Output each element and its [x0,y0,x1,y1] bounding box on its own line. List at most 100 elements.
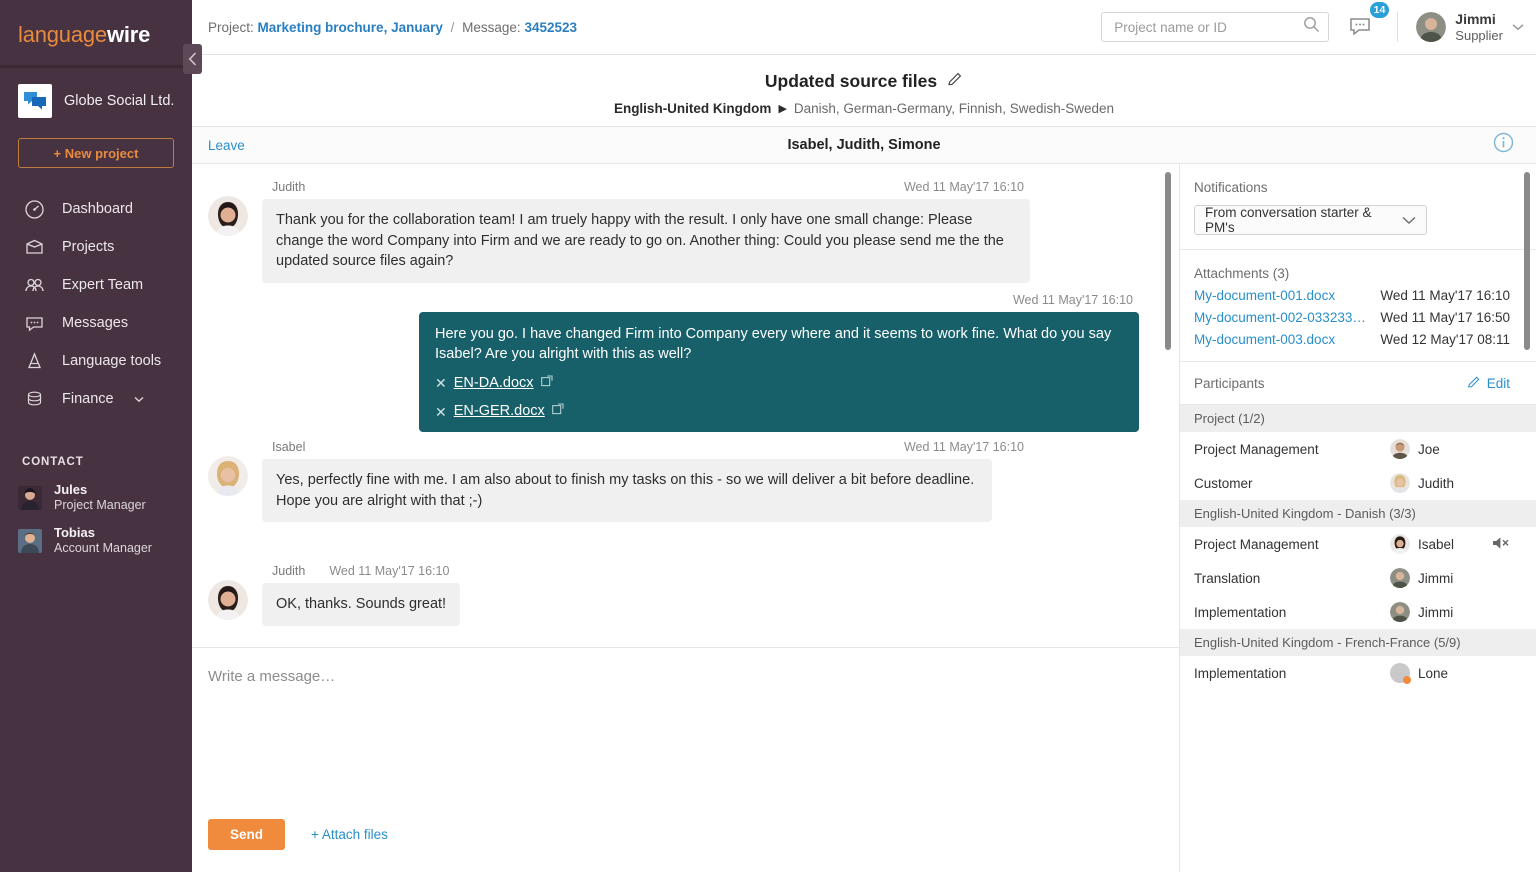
sidebar-item-expert-team[interactable]: Expert Team [0,266,192,304]
edit-participants-button[interactable]: Edit [1467,375,1510,392]
message-body: Wed 11 May'17 16:10 Here you go. I have … [419,293,1139,432]
participants-group-title: English-United Kingdom - French-France (… [1180,629,1536,656]
remove-attachment-icon[interactable]: ✕ [435,376,447,390]
thread-scrollbar[interactable] [1165,172,1171,350]
contact-item-jules[interactable]: Jules Project Manager [0,476,192,519]
sidebar-item-messages-label: Messages [62,315,128,331]
avatar [1390,439,1410,459]
messages-notification-button[interactable]: 14 [1347,11,1379,44]
contact-text: Jules Project Manager [54,482,146,513]
source-language: English-United Kingdom [614,101,772,116]
contact-name: Jules [54,482,146,498]
breadcrumb-message-id[interactable]: 3452523 [524,20,577,35]
user-role: Supplier [1455,28,1503,43]
user-menu[interactable]: Jimmi Supplier [1416,11,1524,43]
notifications-select[interactable]: From conversation starter & PM's [1194,205,1427,235]
attachments-section: Attachments (3) My-document-001.docx Wed… [1180,250,1536,362]
attachment-row: My-document-003.docx Wed 12 May'17 08:11 [1194,332,1510,347]
page-title: Updated source files [765,71,937,92]
notifications-section: Notifications From conversation starter … [1180,164,1536,250]
breadcrumb: Project: Marketing brochure, January / M… [208,20,577,35]
search-icon[interactable] [1303,16,1320,38]
participant-row: Project Management Isabel [1180,527,1536,561]
avatar [1390,568,1410,588]
participant-name: Isabel [1418,537,1454,552]
message-attachment[interactable]: ✕ EN-DA.docx [435,373,1123,394]
participant-person: Jimmi [1390,602,1510,622]
message-meta: Isabel Wed 11 May'17 16:10 [262,440,1030,459]
brand-wire: wire [107,22,150,47]
message-timestamp: Wed 11 May'17 16:10 [329,564,449,578]
brand-language: language [18,22,107,47]
search-box[interactable] [1101,12,1329,42]
coins-icon [22,387,46,411]
attachment-link[interactable]: My-document-003.docx [1194,332,1380,347]
sidebar-item-finance[interactable]: Finance [0,380,192,418]
participant-person: Judith [1390,473,1510,493]
sidebar-collapse-button[interactable] [183,44,202,74]
message-item: Judith Wed 11 May'17 16:10 OK, thanks. S… [208,564,1139,626]
thread-column: Judith Wed 11 May'17 16:10 Thank you for… [192,164,1180,872]
edit-title-pencil-icon[interactable] [947,71,963,92]
message-timestamp: Wed 11 May'17 16:10 [904,180,1024,194]
participant-person: Isabel [1390,534,1492,554]
external-link-icon[interactable] [541,373,553,394]
sidebar-item-finance-label: Finance [62,391,114,407]
organization[interactable]: Globe Social Ltd. [0,68,192,118]
attachment-name[interactable]: EN-GER.docx [454,401,545,422]
search-input[interactable] [1112,19,1303,36]
chevron-down-icon[interactable] [1512,18,1524,36]
top-bar-right: 14 Jimmi Supplier [1101,11,1524,44]
attachment-name[interactable]: EN-DA.docx [454,373,534,394]
message-author: Judith [272,180,305,194]
breadcrumb-project-label: Project: [208,20,254,35]
info-icon[interactable] [1493,132,1514,158]
breadcrumb-project-name[interactable]: Marketing brochure, January [258,20,443,35]
details-panel-scrollbar[interactable] [1524,172,1530,350]
divider [1397,12,1398,42]
speech-bubbles-logo-icon [23,91,47,111]
avatar [1390,473,1410,493]
participants-label: Participants [1194,376,1265,391]
contact-item-tobias[interactable]: Tobias Account Manager [0,519,192,562]
participant-role: Project Management [1194,537,1390,552]
participant-role: Customer [1194,476,1390,491]
sidebar-item-messages[interactable]: Messages [0,304,192,342]
gauge-icon [22,197,46,221]
title-block: Updated source files English-United King… [192,55,1536,126]
new-project-button[interactable]: + New project [18,138,174,168]
sidebar-item-projects[interactable]: Projects [0,228,192,266]
attachment-link[interactable]: My-document-002-033233… [1194,310,1380,325]
attach-files-button[interactable]: + Attach files [311,827,388,842]
sidebar-item-language-tools[interactable]: Language tools [0,342,192,380]
external-link-icon[interactable] [552,401,564,422]
brand-logo[interactable]: languagewire [0,0,192,56]
participant-person: Joe [1390,439,1510,459]
message-input[interactable] [208,666,1163,813]
leave-button[interactable]: Leave [208,138,245,153]
message-composer: Send + Attach files [192,647,1180,872]
attachments-label: Attachments (3) [1194,266,1510,281]
mute-icon[interactable] [1492,535,1510,554]
avatar [208,580,248,620]
remove-attachment-icon[interactable]: ✕ [435,405,447,419]
participant-name: Joe [1418,442,1440,457]
participant-role: Implementation [1194,666,1390,681]
message-attachment[interactable]: ✕ EN-GER.docx [435,401,1123,422]
speech-bubble-icon [22,311,46,335]
message-body: Isabel Wed 11 May'17 16:10 Yes, perfectl… [262,440,1030,522]
participant-row: Project Management Joe [1180,432,1536,466]
user-name: Jimmi [1455,11,1503,28]
sidebar-item-dashboard[interactable]: Dashboard [0,190,192,228]
participant-role: Translation [1194,571,1390,586]
participants-group-title: Project (1/2) [1180,405,1536,432]
organization-name: Globe Social Ltd. [64,93,174,109]
participant-row: Translation Jimmi [1180,561,1536,595]
message-item: Judith Wed 11 May'17 16:10 Thank you for… [208,180,1139,283]
chevron-down-icon [134,391,144,407]
message-item: Wed 11 May'17 16:10 Here you go. I have … [208,293,1139,432]
attachment-link[interactable]: My-document-001.docx [1194,288,1380,303]
send-button[interactable]: Send [208,819,285,850]
pencil-icon [1467,375,1481,392]
message-item: Isabel Wed 11 May'17 16:10 Yes, perfectl… [208,440,1139,522]
